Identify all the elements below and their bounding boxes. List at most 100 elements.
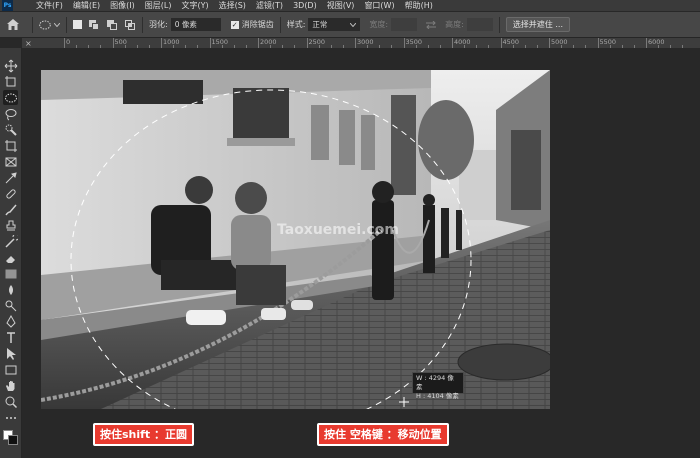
healing-brush-tool-button[interactable] bbox=[3, 186, 18, 201]
menu-edit[interactable]: 编辑(E) bbox=[68, 0, 105, 11]
zoom-tool-button[interactable] bbox=[3, 394, 18, 409]
style-select-value: 正常 bbox=[312, 20, 328, 29]
antialias-checkbox[interactable]: ✓ bbox=[230, 20, 239, 29]
move-tool-icon bbox=[4, 59, 17, 72]
style-label: 样式: bbox=[286, 20, 306, 29]
horizontal-ruler: 0 500 1000 1500 2000 2500 3000 3500 4000 4500 5000… bbox=[22, 38, 700, 48]
antialias-label: 消除锯齿 bbox=[241, 20, 274, 29]
shift-hint-label: 按住shift ：正圆 bbox=[93, 423, 195, 446]
dodge-tool-button[interactable] bbox=[3, 298, 18, 313]
more-tools-button[interactable] bbox=[3, 410, 18, 425]
brush-tool-button[interactable] bbox=[3, 202, 18, 217]
ps-logo: Ps bbox=[2, 0, 13, 11]
gradient-tool-button[interactable] bbox=[3, 266, 18, 281]
eyedropper-tool-button[interactable] bbox=[3, 170, 18, 185]
feather-label: 羽化: bbox=[149, 20, 168, 29]
ruler-tick bbox=[112, 38, 114, 48]
ruler-label: 1000 bbox=[163, 38, 180, 46]
menu-select[interactable]: 选择(S) bbox=[214, 0, 251, 11]
chevron-down-icon bbox=[350, 22, 357, 27]
move-tool-button[interactable] bbox=[3, 58, 18, 73]
ruler-tick bbox=[452, 38, 453, 48]
selection-size-readout: W : 4294 像素 H : 4104 像素 bbox=[412, 372, 464, 400]
ruler-label: 3000 bbox=[357, 38, 374, 46]
menu-view[interactable]: 视图(V) bbox=[322, 0, 360, 11]
elliptical-marquee-tool-button[interactable] bbox=[3, 90, 18, 105]
pen-tool-icon bbox=[5, 314, 16, 328]
ruler-label: 4500 bbox=[502, 38, 520, 46]
width-input[interactable] bbox=[391, 18, 418, 31]
ruler-tick bbox=[403, 38, 405, 48]
menu-image[interactable]: 图像(I) bbox=[105, 0, 140, 11]
crop-tool-button[interactable] bbox=[3, 138, 18, 153]
type-tool-button[interactable] bbox=[3, 330, 18, 345]
lasso-tool-button[interactable] bbox=[3, 106, 18, 121]
ruler-tick bbox=[355, 38, 356, 48]
blur-tool-button[interactable] bbox=[3, 282, 18, 297]
tool-preset-picker[interactable] bbox=[39, 20, 60, 30]
hand-tool-icon bbox=[5, 380, 14, 391]
ruler-tick bbox=[258, 38, 259, 48]
eraser-tool-button[interactable] bbox=[3, 250, 18, 265]
quick-selection-tool-button[interactable] bbox=[3, 122, 18, 137]
height-readout-label: H : bbox=[416, 392, 426, 400]
add-to-selection-icon[interactable] bbox=[89, 19, 100, 30]
ruler-label: 3500 bbox=[405, 38, 423, 46]
artboard-tool-button[interactable] bbox=[3, 74, 18, 89]
pen-tool-button[interactable] bbox=[3, 314, 18, 329]
menu-window[interactable]: 窗口(W) bbox=[359, 0, 399, 11]
home-button[interactable] bbox=[0, 12, 26, 38]
menu-3d[interactable]: 3D(D) bbox=[288, 0, 322, 11]
eyedropper-tool-icon bbox=[5, 171, 17, 183]
tools-panel bbox=[0, 48, 22, 458]
subtract-from-selection-icon[interactable] bbox=[107, 19, 118, 30]
watermark-text: Taoxuemei.com bbox=[277, 222, 399, 238]
photo-canvas[interactable]: Taoxuemei.com bbox=[41, 70, 550, 409]
width-label: 宽度: bbox=[369, 20, 389, 29]
menu-type[interactable]: 文字(Y) bbox=[176, 0, 213, 11]
intersect-selection-icon[interactable] bbox=[125, 19, 136, 30]
street-photo: Taoxuemei.com bbox=[41, 70, 550, 409]
select-and-mask-button[interactable]: 选择并遮住 ... bbox=[505, 17, 570, 32]
frame-tool-icon bbox=[5, 157, 16, 166]
path-selection-tool-button[interactable] bbox=[3, 346, 18, 361]
elliptical-marquee-preset-icon bbox=[39, 20, 51, 29]
menu-filter[interactable]: 滤镜(T) bbox=[251, 0, 288, 11]
ruler-tick bbox=[306, 38, 308, 48]
height-input[interactable] bbox=[466, 18, 493, 31]
menu-help[interactable]: 帮助(H) bbox=[400, 0, 438, 11]
menu-file[interactable]: 文件(F) bbox=[31, 0, 68, 11]
height-label: 高度: bbox=[445, 20, 464, 29]
separator bbox=[32, 16, 33, 33]
width-readout: W : 4294 像素 bbox=[416, 374, 460, 392]
style-select[interactable]: 正常 bbox=[308, 18, 361, 31]
rectangle-tool-icon bbox=[5, 365, 16, 374]
swap-icon[interactable] bbox=[425, 20, 437, 29]
separator bbox=[498, 16, 500, 33]
ruler-label: 5000 bbox=[551, 38, 568, 46]
menu-layer[interactable]: 图层(L) bbox=[140, 0, 177, 11]
ruler-tick bbox=[64, 38, 65, 48]
gradient-tool-icon bbox=[5, 269, 16, 278]
separator bbox=[66, 16, 67, 33]
brush-tool-icon bbox=[4, 204, 17, 215]
quick-selection-tool-icon bbox=[5, 124, 17, 136]
space-hint-label: 按住 空格键 ：移动位置 bbox=[317, 423, 449, 446]
new-selection-icon[interactable] bbox=[73, 20, 82, 29]
width-readout-label: W : bbox=[416, 374, 427, 382]
background-color-swatch[interactable] bbox=[8, 435, 18, 445]
separator bbox=[279, 16, 281, 33]
history-brush-tool-button[interactable] bbox=[3, 234, 18, 249]
ruler-label: 0 bbox=[66, 38, 71, 46]
ruler-tick bbox=[597, 38, 599, 48]
ruler-tick bbox=[500, 38, 502, 48]
rectangle-tool-button[interactable] bbox=[3, 362, 18, 377]
separator bbox=[142, 16, 143, 33]
hand-tool-button[interactable] bbox=[3, 378, 18, 393]
frame-tool-button[interactable] bbox=[3, 154, 18, 169]
ruler-label: 2500 bbox=[308, 38, 326, 46]
height-readout-value: 4104 像素 bbox=[427, 392, 459, 400]
feather-input[interactable]: 0 像素 bbox=[170, 18, 221, 31]
menu-items: 文件(F) 编辑(E) 图像(I) 图层(L) 文字(Y) 选择(S) 滤镜(T… bbox=[31, 0, 438, 11]
clone-stamp-tool-button[interactable] bbox=[3, 218, 18, 233]
